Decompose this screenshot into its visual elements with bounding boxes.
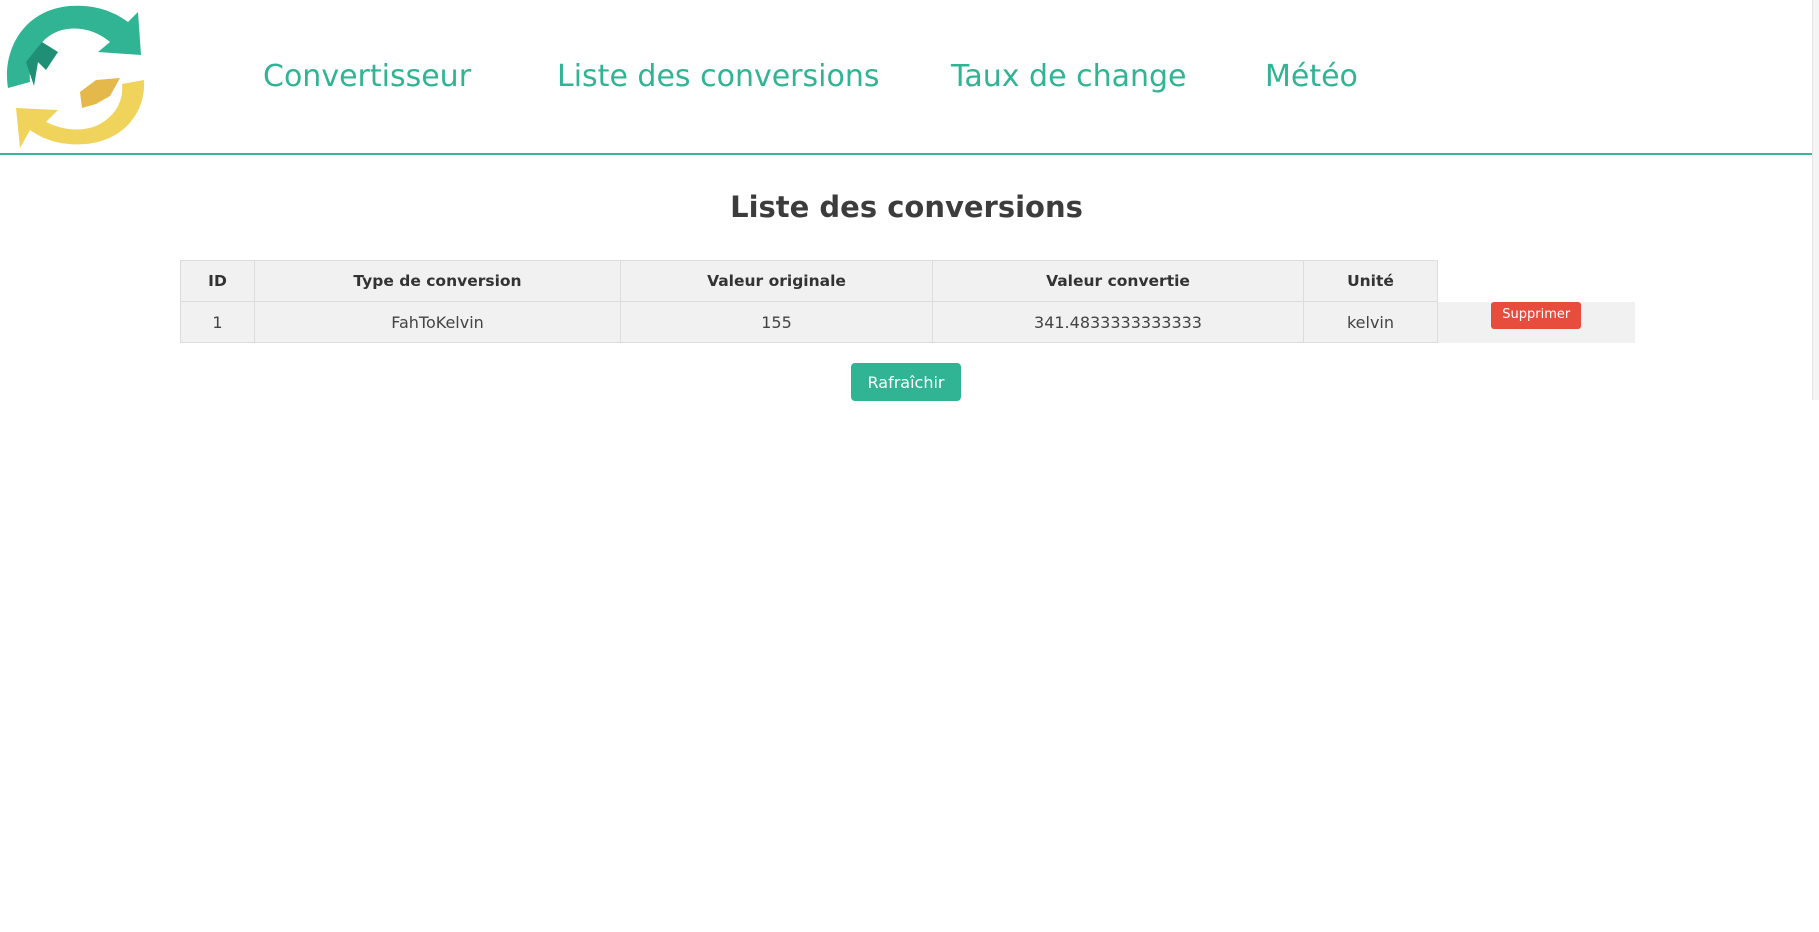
nav-link-taux-de-change[interactable]: Taux de change — [951, 54, 1187, 100]
nav-link-liste-des-conversions[interactable]: Liste des conversions — [557, 54, 879, 100]
refresh-button[interactable]: Rafraîchir — [851, 363, 961, 401]
cell-original-value: 155 — [620, 301, 933, 343]
cell-converted-value: 341.4833333333333 — [932, 301, 1304, 343]
column-header-converted-value: Valeur convertie — [932, 260, 1304, 302]
table-header: ID Type de conversion Valeur originale V… — [180, 260, 1635, 302]
column-header-unit: Unité — [1303, 260, 1438, 302]
table-row: 1 FahToKelvin 155 341.4833333333333 kelv… — [180, 301, 1635, 343]
column-header-id: ID — [180, 260, 255, 302]
delete-button[interactable]: Supprimer — [1491, 301, 1582, 329]
conversions-table: ID Type de conversion Valeur originale V… — [180, 260, 1635, 343]
nav-link-meteo[interactable]: Météo — [1265, 54, 1358, 100]
cell-actions: Supprimer — [1437, 301, 1635, 343]
cell-type: FahToKelvin — [254, 301, 621, 343]
nav-link-convertisseur[interactable]: Convertisseur — [263, 54, 471, 100]
conversions-table-container: ID Type de conversion Valeur originale V… — [180, 260, 1635, 343]
table-body: 1 FahToKelvin 155 341.4833333333333 kelv… — [180, 301, 1635, 343]
cell-unit: kelvin — [1303, 301, 1438, 343]
table-header-row: ID Type de conversion Valeur originale V… — [180, 260, 1635, 302]
site-header: Convertisseur Liste des conversions Taux… — [0, 0, 1813, 155]
column-header-original-value: Valeur originale — [620, 260, 933, 302]
page: Convertisseur Liste des conversions Taux… — [0, 0, 1819, 932]
column-header-type: Type de conversion — [254, 260, 621, 302]
column-header-actions — [1438, 261, 1635, 302]
refresh-arrows-icon[interactable] — [0, 0, 150, 150]
cell-id: 1 — [180, 301, 255, 343]
page-scrollbar[interactable] — [1812, 0, 1819, 400]
page-title: Liste des conversions — [730, 190, 1083, 224]
